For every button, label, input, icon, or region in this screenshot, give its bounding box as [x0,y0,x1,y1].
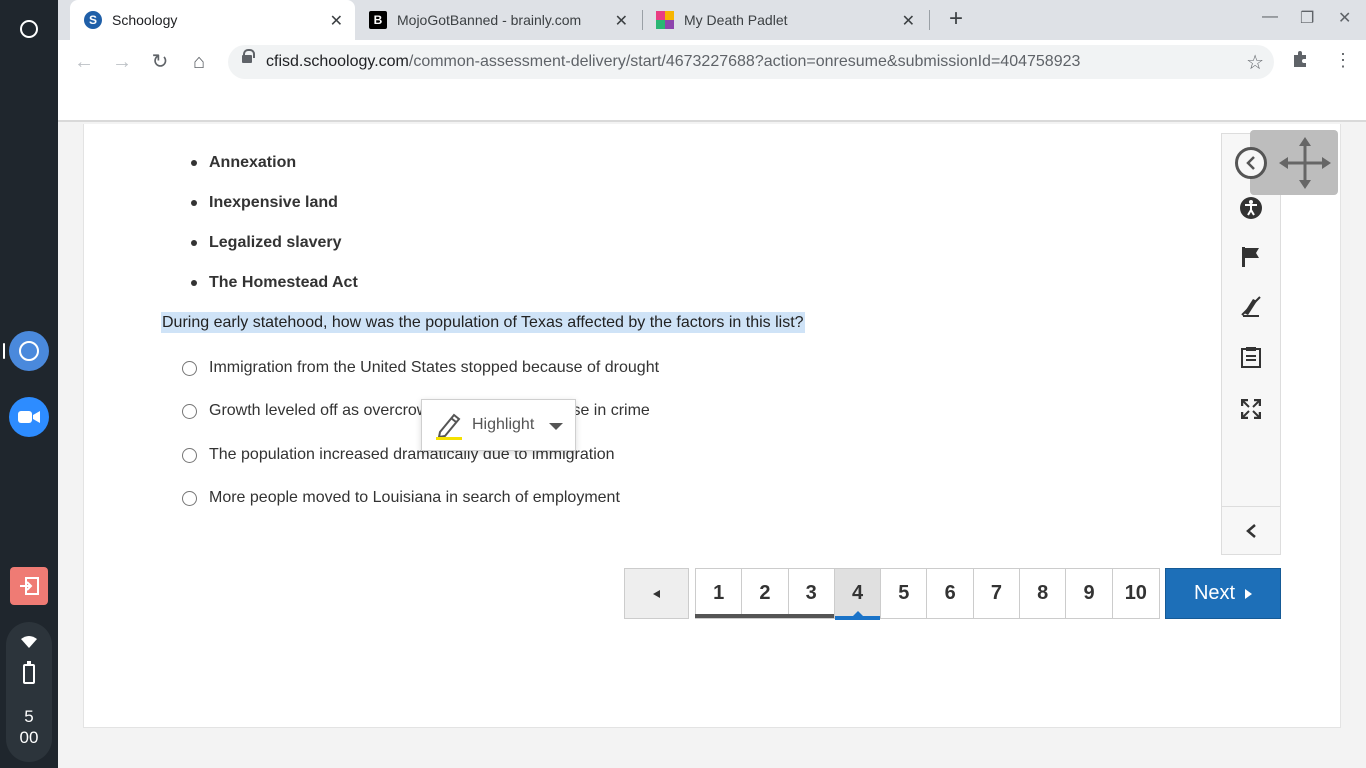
accessibility-icon[interactable] [1239,196,1263,220]
tab-separator [929,10,930,30]
answer-choice-a[interactable]: Immigration from the United States stopp… [182,359,659,377]
question-pager: 1 2 3 4 5 6 7 8 9 10 [695,568,1160,620]
tool-divider [1222,506,1280,507]
highlight-popup[interactable]: Highlight [421,399,576,451]
triangle-left-icon [652,589,660,598]
tab-title: My Death Padlet [684,12,788,28]
page-3-button[interactable]: 3 [788,569,835,618]
back-icon[interactable]: ← [72,50,96,74]
chevron-left-circle-icon[interactable] [1235,147,1267,179]
answered-progress-bar [695,614,834,618]
chrome-app-icon[interactable] [9,331,49,371]
clock-minutes: 00 [19,728,39,747]
page-5-button[interactable]: 5 [881,569,928,618]
tab-brainly[interactable]: B MojoGotBanned - brainly.com ✕ [355,0,640,40]
factor-item: The Homestead Act [191,274,358,314]
page-4-button[interactable]: 4 [834,569,882,620]
shelf-clock: 5 00 [6,706,52,748]
reload-icon[interactable]: ↻ [148,50,172,74]
radio-button[interactable] [182,447,197,463]
tab-strip: S Schoology ✕ B MojoGotBanned - brainly.… [58,0,1366,40]
highlight-dropdown-icon[interactable] [549,423,563,430]
lock-icon [242,49,255,63]
launcher-icon [20,20,38,38]
highlighter-pen-icon [436,413,462,440]
zoom-app-icon[interactable] [9,397,49,437]
tool-panel [1221,133,1281,555]
restore-icon[interactable]: ❐ [1300,8,1314,28]
toolbar-spacer [58,84,1366,122]
answer-choice-b[interactable]: Growth leveled off as overcrowding led t… [182,402,650,420]
move-arrows-icon [1279,137,1331,189]
factor-item: Inexpensive land [191,194,358,234]
url-text[interactable]: cfisd.schoology.com/common-assessment-de… [266,53,1080,71]
new-tab-icon[interactable]: + [942,6,970,34]
schoology-favicon-icon: S [84,11,102,29]
eliminate-answer-icon[interactable] [1239,294,1263,318]
tab-title: MojoGotBanned - brainly.com [397,12,582,28]
radio-button[interactable] [182,403,197,419]
status-tray[interactable]: 5 00 [6,622,52,762]
tab-title: Schoology [112,12,178,28]
highlight-label: Highlight [472,416,535,433]
forward-icon[interactable]: → [110,50,134,74]
page-6-button[interactable]: 6 [927,569,974,618]
chromeos-shelf: 5 00 [0,0,58,768]
page-2-button[interactable]: 2 [742,569,789,618]
brainly-favicon-icon: B [369,11,387,29]
exit-app-icon[interactable] [10,567,48,605]
padlet-favicon-icon [656,11,674,29]
next-label: Next [1193,582,1236,604]
minimize-icon[interactable]: — [1262,8,1278,26]
battery-icon [23,661,35,684]
launcher-button[interactable] [9,9,49,49]
bookmark-star-icon[interactable]: ☆ [1246,50,1264,75]
clock-hour: 5 [24,707,34,726]
factor-item: Annexation [191,154,358,194]
page-9-button[interactable]: 9 [1066,569,1113,618]
page-7-button[interactable]: 7 [973,569,1021,618]
flag-icon[interactable] [1239,245,1263,269]
choice-text: Immigration from the United States stopp… [209,359,660,376]
fullscreen-icon[interactable] [1239,397,1263,421]
previous-question-button[interactable] [624,568,689,619]
close-tab-icon[interactable]: ✕ [615,11,628,31]
triangle-right-icon [1245,588,1253,599]
wifi-icon [21,636,37,648]
close-tab-icon[interactable]: ✕ [902,11,915,31]
tab-padlet[interactable]: My Death Padlet ✕ [642,0,927,40]
page-1-button[interactable]: 1 [696,569,743,618]
home-icon[interactable]: ⌂ [187,50,211,74]
page-8-button[interactable]: 8 [1020,569,1067,618]
choice-text: More people moved to Louisiana in search… [209,489,620,506]
factor-list: Annexation Inexpensive land Legalized sl… [191,154,358,314]
extensions-icon[interactable] [1291,50,1309,73]
notepad-icon[interactable] [1239,345,1263,369]
radio-button[interactable] [182,490,197,506]
tab-schoology[interactable]: S Schoology ✕ [70,0,355,40]
answer-choice-d[interactable]: More people moved to Louisiana in search… [182,489,620,507]
question-prompt[interactable]: During early statehood, how was the popu… [161,312,805,333]
address-bar[interactable]: cfisd.schoology.com/common-assessment-de… [228,45,1274,79]
collapse-panel-icon[interactable] [1239,519,1263,543]
close-window-icon[interactable]: ✕ [1338,8,1351,28]
page-10-button[interactable]: 10 [1112,569,1159,618]
active-app-indicator [3,343,5,359]
factor-item: Legalized slavery [191,234,358,274]
browser-toolbar: ← → ↻ ⌂ cfisd.schoology.com/common-asses… [58,40,1366,84]
radio-button[interactable] [182,360,197,376]
close-tab-icon[interactable]: ✕ [330,11,343,31]
menu-kebab-icon[interactable]: ⋮ [1334,50,1352,71]
next-button[interactable]: Next [1165,568,1281,619]
